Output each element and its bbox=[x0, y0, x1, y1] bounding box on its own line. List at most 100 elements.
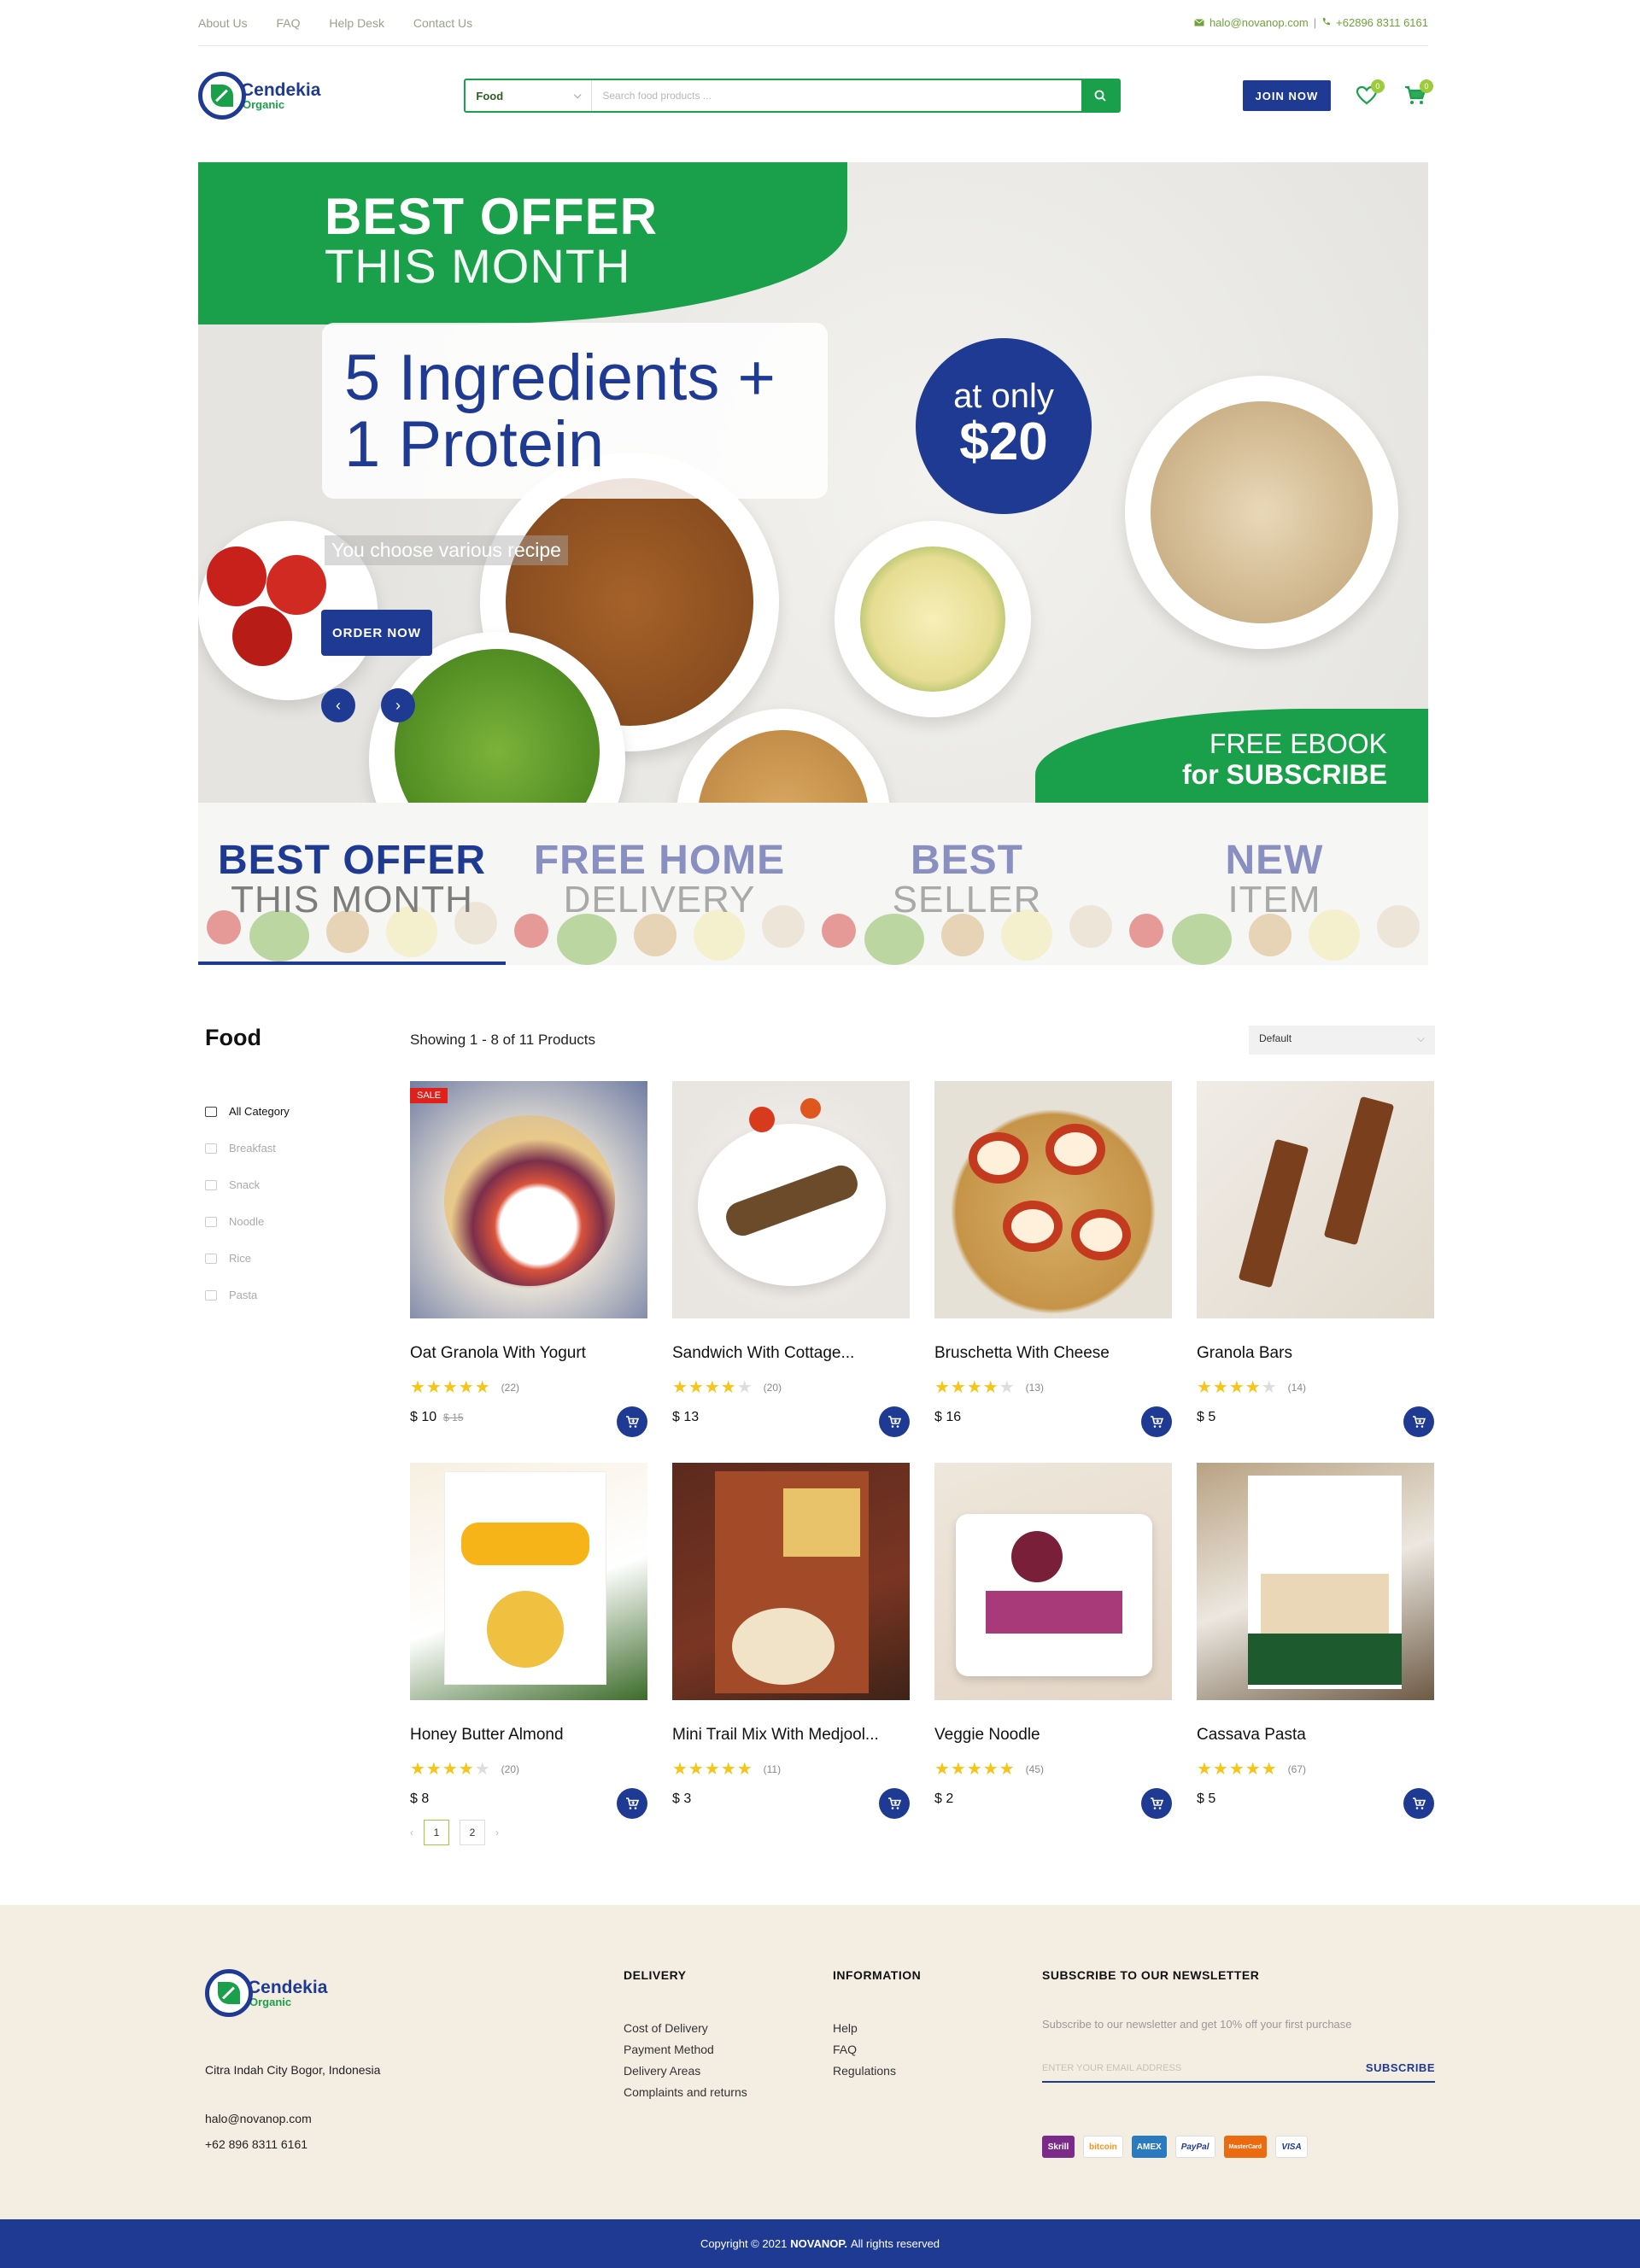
order-now-button[interactable]: ORDER NOW bbox=[321, 610, 432, 656]
product-price-row: $ 5 bbox=[1197, 1792, 1434, 1807]
offer-card: 5 Ingredients + 1 Protein bbox=[322, 323, 828, 499]
footer-link-complaints[interactable]: Complaints and returns bbox=[624, 2082, 747, 2103]
product-name[interactable]: Honey Butter Almond bbox=[410, 1726, 647, 1745]
offer-line-2: 1 Protein bbox=[344, 408, 605, 481]
search-category-select[interactable]: Food ⌵ bbox=[466, 80, 593, 111]
cart-count-badge: 0 bbox=[1420, 79, 1433, 93]
add-to-cart-button[interactable] bbox=[1403, 1406, 1434, 1437]
product-rating: ★★★★★ (20) bbox=[410, 1758, 647, 1780]
sidebar-item-snack[interactable]: Snack bbox=[205, 1166, 290, 1203]
product-card[interactable]: Mini Trail Mix With Medjool... ★★★★★ (11… bbox=[672, 1463, 910, 1819]
product-name[interactable]: Cassava Pasta bbox=[1197, 1726, 1434, 1745]
add-to-cart-button[interactable] bbox=[879, 1788, 910, 1819]
product-image[interactable] bbox=[1197, 1463, 1434, 1700]
footer-link-cost-of-delivery[interactable]: Cost of Delivery bbox=[624, 2018, 747, 2039]
star-rating-icon: ★★★★★ bbox=[934, 1378, 1016, 1397]
footer-link-help[interactable]: Help bbox=[833, 2018, 921, 2039]
slider-tabs: BEST OFFER THIS MONTH FREE HOME DELIVERY B… bbox=[198, 803, 1428, 965]
product-image[interactable] bbox=[672, 1463, 910, 1700]
product-card[interactable]: Sandwich With Cottage... ★★★★★ (20) $ 13 bbox=[672, 1081, 910, 1437]
product-name[interactable]: Sandwich With Cottage... bbox=[672, 1344, 910, 1363]
product-card[interactable]: Cassava Pasta ★★★★★ (67) $ 5 bbox=[1197, 1463, 1434, 1819]
footer-email[interactable]: halo@novanop.com bbox=[205, 2112, 312, 2125]
review-count: (20) bbox=[763, 1381, 782, 1394]
bitcoin-icon: bitcoin bbox=[1083, 2136, 1123, 2158]
review-count: (22) bbox=[501, 1381, 519, 1394]
search-button[interactable] bbox=[1081, 80, 1119, 111]
footer-link-delivery-areas[interactable]: Delivery Areas bbox=[624, 2060, 747, 2082]
cart-icon bbox=[888, 1415, 901, 1428]
slider-tab-free-delivery[interactable]: FREE HOME DELIVERY bbox=[506, 803, 813, 965]
wishlist-button[interactable]: 0 bbox=[1355, 79, 1385, 108]
sort-select[interactable]: Default ⌵ bbox=[1249, 1026, 1435, 1055]
faq-link[interactable]: FAQ bbox=[276, 16, 300, 30]
product-price: $ 5 bbox=[1197, 1410, 1216, 1424]
sidebar-item-pasta[interactable]: Pasta bbox=[205, 1277, 290, 1313]
sidebar-item-noodle[interactable]: Noodle bbox=[205, 1203, 290, 1240]
add-to-cart-button[interactable] bbox=[879, 1406, 910, 1437]
product-image[interactable] bbox=[934, 1081, 1172, 1318]
newsletter-email-input[interactable] bbox=[1042, 2061, 1298, 2074]
product-image[interactable] bbox=[410, 1463, 647, 1700]
site-logo[interactable]: Cendekia Organic bbox=[198, 72, 438, 120]
slider-tab-best-offer[interactable]: BEST OFFER THIS MONTH bbox=[198, 803, 506, 965]
slider-next-button[interactable]: › bbox=[381, 688, 415, 722]
star-rating-icon: ★★★★★ bbox=[1197, 1760, 1278, 1779]
join-now-button[interactable]: JOIN NOW bbox=[1242, 80, 1331, 111]
product-card[interactable]: Honey Butter Almond ★★★★★ (20) $ 8 bbox=[410, 1463, 647, 1819]
product-name[interactable]: Granola Bars bbox=[1197, 1344, 1434, 1363]
product-image[interactable] bbox=[1197, 1081, 1434, 1318]
category-sidebar: All Category Breakfast Snack Noodle Rice… bbox=[205, 1093, 290, 1313]
footer-link-regulations[interactable]: Regulations bbox=[833, 2060, 921, 2082]
page-2-button[interactable]: 2 bbox=[460, 1820, 485, 1845]
add-to-cart-button[interactable] bbox=[1141, 1406, 1172, 1437]
help-desk-link[interactable]: Help Desk bbox=[329, 16, 384, 30]
top-email[interactable]: halo@novanop.com bbox=[1210, 16, 1309, 29]
search-icon bbox=[1094, 90, 1106, 102]
page-1-button[interactable]: 1 bbox=[424, 1820, 449, 1845]
footer-phone[interactable]: +62 896 8311 6161 bbox=[205, 2137, 308, 2151]
product-card[interactable]: Veggie Noodle ★★★★★ (45) $ 2 bbox=[934, 1463, 1172, 1819]
footer-logo[interactable]: Cendekia Organic bbox=[205, 1969, 453, 2017]
product-name[interactable]: Bruschetta With Cheese bbox=[934, 1344, 1172, 1363]
prev-page-button[interactable]: ‹ bbox=[410, 1827, 413, 1838]
sidebar-item-breakfast[interactable]: Breakfast bbox=[205, 1130, 290, 1166]
pasta-icon bbox=[205, 1289, 217, 1301]
slider-tab-new-item[interactable]: NEW ITEM bbox=[1121, 803, 1428, 965]
slider-prev-button[interactable]: ‹ bbox=[321, 688, 355, 722]
product-rating: ★★★★★ (20) bbox=[672, 1377, 910, 1398]
product-image[interactable] bbox=[672, 1081, 910, 1318]
barley-bowl-image bbox=[1125, 376, 1398, 649]
top-phone[interactable]: +62896 8311 6161 bbox=[1336, 16, 1428, 29]
product-image[interactable]: SALE bbox=[410, 1081, 647, 1318]
add-to-cart-button[interactable] bbox=[617, 1406, 647, 1437]
about-us-link[interactable]: About Us bbox=[198, 16, 248, 30]
product-card[interactable]: SALE Oat Granola With Yogurt ★★★★★ (22) … bbox=[410, 1081, 647, 1437]
star-rating-icon: ★★★★★ bbox=[410, 1378, 491, 1397]
search-input[interactable] bbox=[592, 80, 1081, 111]
copyright-bar: Copyright © 2021 NOVANOP. All rights res… bbox=[0, 2219, 1640, 2268]
review-count: (13) bbox=[1025, 1381, 1044, 1394]
next-page-button[interactable]: › bbox=[495, 1827, 499, 1838]
product-image[interactable] bbox=[934, 1463, 1172, 1700]
sidebar-item-all-category[interactable]: All Category bbox=[205, 1093, 290, 1130]
product-name[interactable]: Veggie Noodle bbox=[934, 1726, 1172, 1745]
price-badge: at only $20 bbox=[916, 338, 1092, 514]
footer-link-faq[interactable]: FAQ bbox=[833, 2039, 921, 2060]
slider-tab-best-seller[interactable]: BEST SELLER bbox=[813, 803, 1121, 965]
product-name[interactable]: Mini Trail Mix With Medjool... bbox=[672, 1726, 910, 1745]
product-card[interactable]: Bruschetta With Cheese ★★★★★ (13) $ 16 bbox=[934, 1081, 1172, 1437]
rice-icon bbox=[205, 1253, 217, 1264]
add-to-cart-button[interactable] bbox=[1141, 1788, 1172, 1819]
sidebar-item-rice[interactable]: Rice bbox=[205, 1240, 290, 1277]
footer-link-payment-method[interactable]: Payment Method bbox=[624, 2039, 747, 2060]
product-card[interactable]: Granola Bars ★★★★★ (14) $ 5 bbox=[1197, 1081, 1434, 1437]
add-to-cart-button[interactable] bbox=[1403, 1788, 1434, 1819]
contact-us-link[interactable]: Contact Us bbox=[413, 16, 472, 30]
review-count: (11) bbox=[763, 1762, 782, 1775]
product-name[interactable]: Oat Granola With Yogurt bbox=[410, 1344, 647, 1363]
cart-button[interactable]: 0 bbox=[1403, 79, 1433, 108]
add-to-cart-button[interactable] bbox=[617, 1788, 647, 1819]
subscribe-button[interactable]: SUBSCRIBE bbox=[1366, 2061, 1435, 2074]
footer-logo-sub: Organic bbox=[249, 1996, 292, 2008]
